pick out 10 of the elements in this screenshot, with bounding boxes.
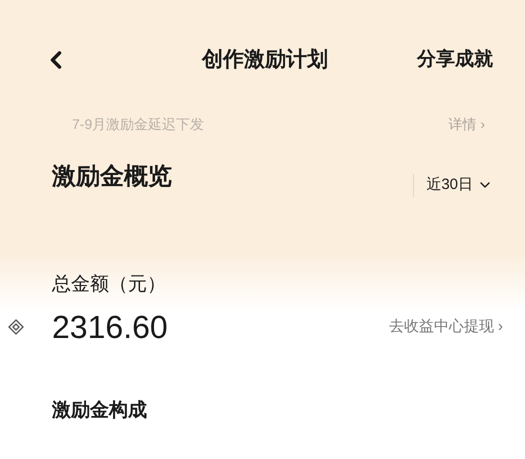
page-title: 创作激励计划 (202, 47, 328, 74)
range-dropdown[interactable]: 近30日 (426, 174, 493, 196)
section-title: 激励金构成 (52, 399, 148, 423)
notice-text: 7-9月激励金延迟下发 (72, 114, 204, 134)
withdraw-link[interactable]: 去收益中心提现 › (388, 316, 503, 338)
total-amount: 2316.60 (52, 308, 168, 347)
section-title: 激励金概览 (52, 162, 172, 192)
diamond-icon (8, 319, 24, 335)
total-label: 总金额（元） (52, 272, 167, 296)
share-button[interactable]: 分享成就 (417, 46, 493, 74)
